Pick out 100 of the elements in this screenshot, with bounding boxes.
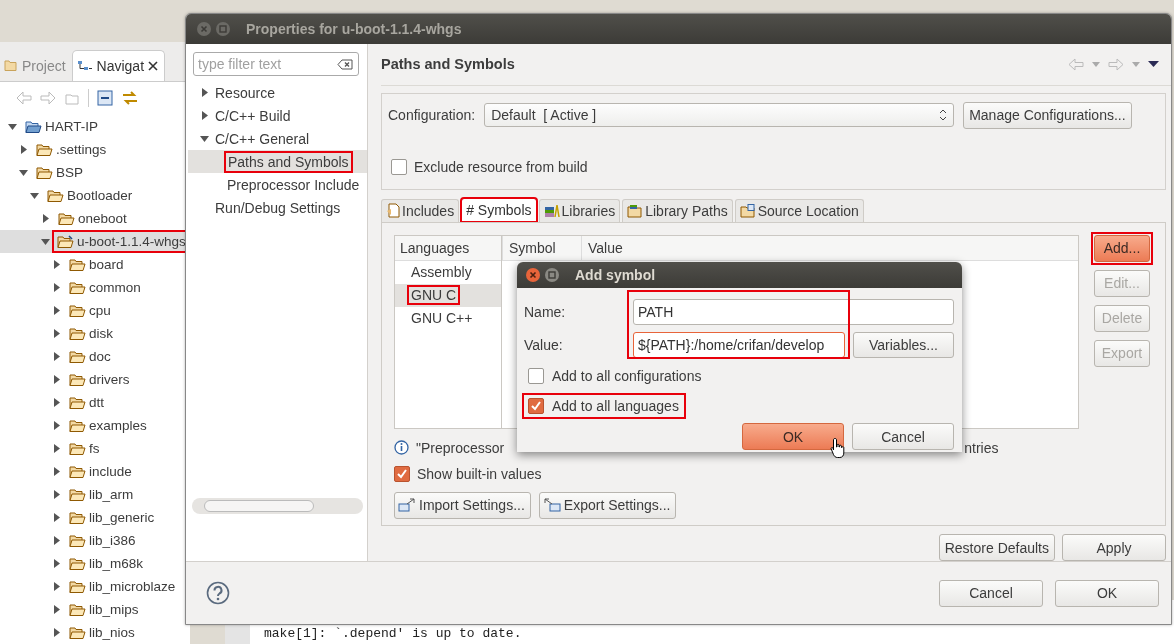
tree-item[interactable]: lib_i386: [0, 529, 190, 552]
tree-item[interactable]: include: [0, 460, 190, 483]
tab[interactable]: Includes: [381, 198, 460, 222]
collapsed-arrow-icon[interactable]: [19, 145, 28, 154]
collapsed-arrow-icon[interactable]: [52, 306, 61, 315]
restore-defaults-button[interactable]: Restore Defaults: [938, 534, 1055, 561]
collapsed-arrow-icon[interactable]: [52, 398, 61, 407]
tree-item-label: C/C++ Build: [215, 107, 291, 124]
tree-item[interactable]: lib_arm: [0, 483, 190, 506]
tab[interactable]: # Symbols: [461, 197, 537, 222]
collapsed-arrow-icon[interactable]: [52, 582, 61, 591]
tree-item[interactable]: lib_microblaze: [0, 575, 190, 598]
dialog-button[interactable]: Cancel: [852, 423, 954, 450]
tree-item[interactable]: Run/Debug Settings: [188, 196, 367, 219]
checkbox[interactable]: [394, 465, 410, 482]
tree-item[interactable]: lib_mips: [0, 598, 190, 621]
value-field[interactable]: ${PATH}:/home/crifan/develop: [633, 331, 845, 358]
checkbox[interactable]: [391, 158, 407, 175]
tree-item[interactable]: oneboot: [0, 207, 190, 230]
collapsed-arrow-icon[interactable]: [41, 214, 50, 223]
collapsed-arrow-icon[interactable]: [52, 375, 61, 384]
tab[interactable]: Libraries: [538, 198, 621, 222]
folder-icon: [69, 625, 86, 640]
tree-item[interactable]: examples: [0, 414, 190, 437]
dialog-button[interactable]: OK: [742, 423, 844, 450]
tree-item[interactable]: doc: [0, 345, 190, 368]
value-label: Value:: [524, 336, 564, 353]
collapsed-arrow-icon[interactable]: [52, 536, 61, 545]
window-title: Properties for u-boot-1.1.4-whgs: [246, 21, 462, 37]
collapsed-arrow-icon[interactable]: [52, 559, 61, 568]
manage-configurations-button[interactable]: Manage Configurations...: [963, 101, 1132, 129]
expanded-arrow-icon[interactable]: [30, 191, 39, 200]
view-tab[interactable]: Navigat: [71, 49, 166, 81]
filter-field[interactable]: type filter text: [193, 52, 359, 76]
tree-item[interactable]: C/C++ Build: [188, 104, 367, 127]
tree-item[interactable]: common: [0, 276, 190, 299]
collapsed-arrow-icon[interactable]: [52, 421, 61, 430]
tree-item[interactable]: lib_nios: [0, 621, 190, 644]
configuration-dropdown[interactable]: Default [ Active ]: [484, 103, 955, 128]
collapsed-arrow-icon[interactable]: [200, 88, 209, 97]
tree-item[interactable]: Paths and Symbols: [188, 150, 367, 173]
expanded-arrow-icon[interactable]: [19, 168, 28, 177]
language-item[interactable]: GNU C: [395, 283, 501, 307]
name-field[interactable]: PATH: [633, 298, 954, 325]
checkbox[interactable]: [528, 368, 544, 384]
side-button[interactable]: Add...: [1094, 234, 1150, 262]
collapsed-arrow-icon[interactable]: [52, 352, 61, 361]
tree-item[interactable]: dtt: [0, 391, 190, 414]
tree-item[interactable]: cpu: [0, 299, 190, 322]
collapse-all-icon[interactable]: [97, 90, 113, 107]
language-item[interactable]: Assembly: [395, 260, 501, 284]
checkbox[interactable]: [528, 398, 544, 414]
collapsed-arrow-icon[interactable]: [52, 329, 61, 338]
tree-item[interactable]: C/C++ General: [188, 127, 367, 150]
tree-item[interactable]: lib_m68k: [0, 552, 190, 575]
tree-item[interactable]: fs: [0, 437, 190, 460]
collapsed-arrow-icon[interactable]: [200, 111, 209, 120]
link-arrows-icon[interactable]: [121, 90, 139, 107]
tree-item[interactable]: HART-IP: [0, 115, 190, 138]
apply-button[interactable]: Apply: [1062, 534, 1166, 561]
expanded-arrow-icon[interactable]: [200, 134, 209, 143]
tab[interactable]: Source Location: [734, 198, 864, 222]
tree-item[interactable]: lib_generic: [0, 506, 190, 529]
expanded-arrow-icon[interactable]: [8, 122, 17, 131]
dialog-button[interactable]: Cancel: [939, 579, 1043, 607]
maximize-icon[interactable]: [544, 267, 560, 283]
collapsed-arrow-icon[interactable]: [52, 628, 61, 637]
tree-item[interactable]: board: [0, 253, 190, 276]
export-settings-button[interactable]: Export Settings...: [538, 491, 677, 519]
clear-icon[interactable]: [337, 59, 353, 70]
tree-item[interactable]: drivers: [0, 368, 190, 391]
tree-item-label: C/C++ General: [215, 130, 310, 147]
close-icon[interactable]: [148, 60, 159, 71]
collapsed-arrow-icon[interactable]: [52, 283, 61, 292]
variables-button[interactable]: Variables...: [853, 331, 954, 358]
tree-item[interactable]: Bootloader: [0, 184, 190, 207]
tree-item-label: Resource: [215, 84, 275, 101]
help-icon[interactable]: [206, 581, 230, 605]
import-settings-button[interactable]: Import Settings...: [394, 491, 531, 519]
collapsed-arrow-icon[interactable]: [52, 513, 61, 522]
dialog-button[interactable]: OK: [1055, 579, 1159, 607]
tree-item[interactable]: .settings: [0, 138, 190, 161]
collapsed-arrow-icon[interactable]: [52, 444, 61, 453]
collapsed-arrow-icon[interactable]: [52, 467, 61, 476]
tree-item[interactable]: BSP: [0, 161, 190, 184]
tab[interactable]: Library Paths: [622, 198, 733, 222]
view-menu-icon[interactable]: [1148, 61, 1159, 68]
folder-icon: [69, 395, 86, 410]
source-folder-icon: [739, 203, 756, 218]
tree-item[interactable]: disk: [0, 322, 190, 345]
expanded-arrow-icon[interactable]: [41, 237, 50, 246]
tree-item[interactable]: Resource: [188, 81, 367, 104]
tree-item-label: lib_m68k: [89, 556, 144, 571]
scrollbar-thumb[interactable]: [204, 500, 314, 512]
collapsed-arrow-icon[interactable]: [52, 260, 61, 269]
horizontal-scrollbar[interactable]: [192, 498, 363, 514]
collapsed-arrow-icon[interactable]: [52, 490, 61, 499]
tree-item[interactable]: Preprocessor Include: [188, 173, 367, 196]
collapsed-arrow-icon[interactable]: [52, 605, 61, 614]
language-item[interactable]: GNU C++: [395, 306, 501, 330]
